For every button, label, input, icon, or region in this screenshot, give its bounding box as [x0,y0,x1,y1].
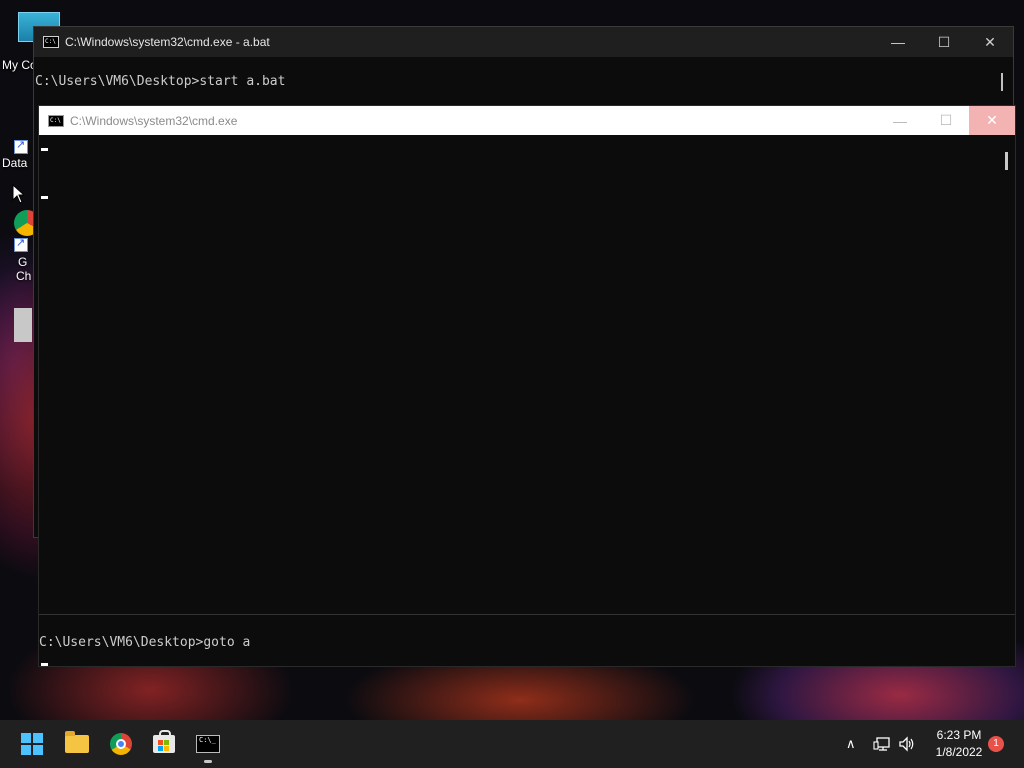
clock-date: 1/8/2022 [935,745,983,759]
desktop-icon-label-chrome-2[interactable]: Ch [16,269,31,283]
desktop-icon-label-data[interactable]: Data [2,156,27,170]
network-icon[interactable] [873,720,891,768]
desktop-icon-label-my-computer[interactable]: My Co [2,58,37,72]
microsoft-store-icon[interactable] [148,728,180,760]
minimize-button[interactable]: — [875,27,921,57]
text-cursor [41,663,48,666]
desktop-icon-label-chrome[interactable]: G [18,255,27,269]
text-cursor [41,148,48,151]
cmd-app-icon: C:\ [48,114,64,127]
chevron-up-icon[interactable]: ∧ [846,736,856,752]
windows-start-icon[interactable] [16,728,48,760]
clock-time: 6:23 PM [936,728,982,742]
close-button[interactable]: ✕ [969,106,1015,135]
running-app-indicator [204,760,212,763]
title-bar[interactable]: C:\ C:\Windows\system32\cmd.exe - a.bat … [34,27,1013,57]
maximize-button[interactable]: ☐ [923,106,969,135]
minimize-button[interactable]: — [877,106,923,135]
maximize-button[interactable]: ☐ [921,27,967,57]
close-button[interactable]: ✕ [967,27,1013,57]
chrome-icon[interactable] [105,728,137,760]
desktop-icon-partial[interactable] [14,308,32,342]
scrollbar-thumb[interactable] [1001,73,1003,91]
system-clock[interactable]: 6:23 PM 1/8/2022 [926,727,992,761]
window-title: C:\Windows\system32\cmd.exe [70,113,238,128]
cmd-window-front[interactable]: C:\ C:\Windows\system32\cmd.exe — ☐ ✕ C:… [38,105,1016,667]
shortcut-arrow-icon [14,138,28,154]
text-cursor [41,196,48,199]
cmd-app-icon: C:\ [43,36,59,48]
title-bar[interactable]: C:\ C:\Windows\system32\cmd.exe — ☐ ✕ [39,106,1015,135]
notification-badge[interactable]: 1 [988,736,1004,752]
window-title: C:\Windows\system32\cmd.exe - a.bat [65,35,270,49]
file-explorer-icon[interactable] [61,728,93,760]
scrollbar-thumb[interactable] [1005,152,1008,170]
shortcut-arrow-icon [14,236,28,252]
console-line: C:\Users\VM6\Desktop>goto a [39,635,251,650]
volume-icon[interactable] [898,720,916,768]
divider [39,614,1015,615]
show-hidden-icons-chevron[interactable]: ∧ [846,720,856,768]
console-line: C:\Users\VM6\Desktop>start a.bat [35,74,286,89]
command-prompt-icon[interactable]: C:\_ [192,728,224,760]
